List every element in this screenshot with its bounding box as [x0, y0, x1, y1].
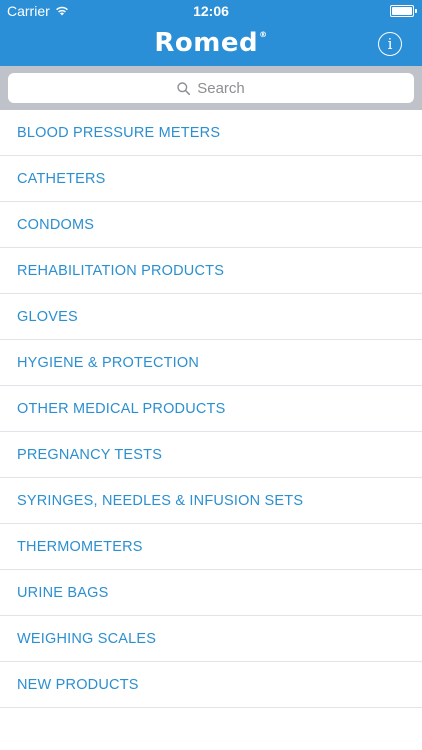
category-item-condoms[interactable]: CONDOMS: [0, 202, 422, 248]
category-label: CONDOMS: [17, 216, 95, 233]
category-label: REHABILITATION PRODUCTS: [17, 262, 225, 279]
search-input[interactable]: Search: [8, 73, 414, 103]
category-item-new-products[interactable]: NEW PRODUCTS: [0, 662, 422, 708]
category-item-thermometers[interactable]: THERMOMETERS: [0, 524, 422, 570]
search-bar: Search: [0, 66, 422, 110]
category-list: BLOOD PRESSURE METERS CATHETERS CONDOMS …: [0, 110, 422, 708]
status-time: 12:06: [193, 3, 229, 19]
category-label: SYRINGES, NEEDLES & INFUSION SETS: [17, 492, 304, 509]
category-item-rehabilitation-products[interactable]: REHABILITATION PRODUCTS: [0, 248, 422, 294]
category-label: WEIGHING SCALES: [17, 630, 157, 647]
category-item-hygiene-protection[interactable]: HYGIENE & PROTECTION: [0, 340, 422, 386]
category-label: THERMOMETERS: [17, 538, 143, 555]
battery-icon: [390, 5, 417, 17]
category-label: PREGNANCY TESTS: [17, 446, 163, 463]
category-item-urine-bags[interactable]: URINE BAGS: [0, 570, 422, 616]
search-placeholder: Search: [197, 79, 245, 97]
app-logo: Romed®: [154, 28, 268, 58]
info-icon[interactable]: i: [378, 32, 402, 56]
category-item-weighing-scales[interactable]: WEIGHING SCALES: [0, 616, 422, 662]
category-label: HYGIENE & PROTECTION: [17, 354, 200, 371]
category-label: BLOOD PRESSURE METERS: [17, 124, 221, 141]
category-item-other-medical-products[interactable]: OTHER MEDICAL PRODUCTS: [0, 386, 422, 432]
category-item-pregnancy-tests[interactable]: PREGNANCY TESTS: [0, 432, 422, 478]
category-item-syringes-needles-infusion-sets[interactable]: SYRINGES, NEEDLES & INFUSION SETS: [0, 478, 422, 524]
category-item-blood-pressure-meters[interactable]: BLOOD PRESSURE METERS: [0, 110, 422, 156]
category-label: OTHER MEDICAL PRODUCTS: [17, 400, 226, 417]
category-label: NEW PRODUCTS: [17, 676, 139, 693]
category-item-catheters[interactable]: CATHETERS: [0, 156, 422, 202]
category-label: CATHETERS: [17, 170, 106, 187]
status-bar: Carrier 12:06: [0, 0, 422, 22]
category-item-gloves[interactable]: GLOVES: [0, 294, 422, 340]
category-label: GLOVES: [17, 308, 78, 325]
category-label: URINE BAGS: [17, 584, 109, 601]
search-icon: [177, 81, 191, 95]
nav-bar: Romed® i: [0, 22, 422, 66]
